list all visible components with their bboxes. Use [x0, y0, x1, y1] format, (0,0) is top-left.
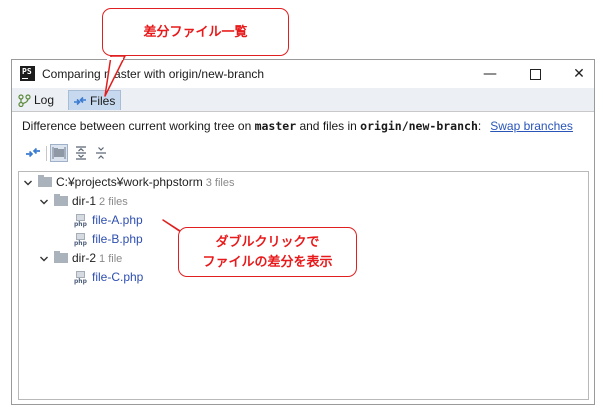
- annotation-text-line2: ファイルの差分を表示: [202, 254, 333, 269]
- top-callout-pointer: [104, 55, 126, 97]
- annotation-file-list: 差分ファイル一覧: [102, 8, 289, 56]
- annotation-text-line1: ダブルクリックで: [215, 234, 320, 249]
- annotation-double-click: ダブルクリックで ファイルの差分を表示: [178, 227, 357, 277]
- callout-pointers: [104, 55, 192, 239]
- annotation-text: 差分ファイル一覧: [143, 24, 248, 39]
